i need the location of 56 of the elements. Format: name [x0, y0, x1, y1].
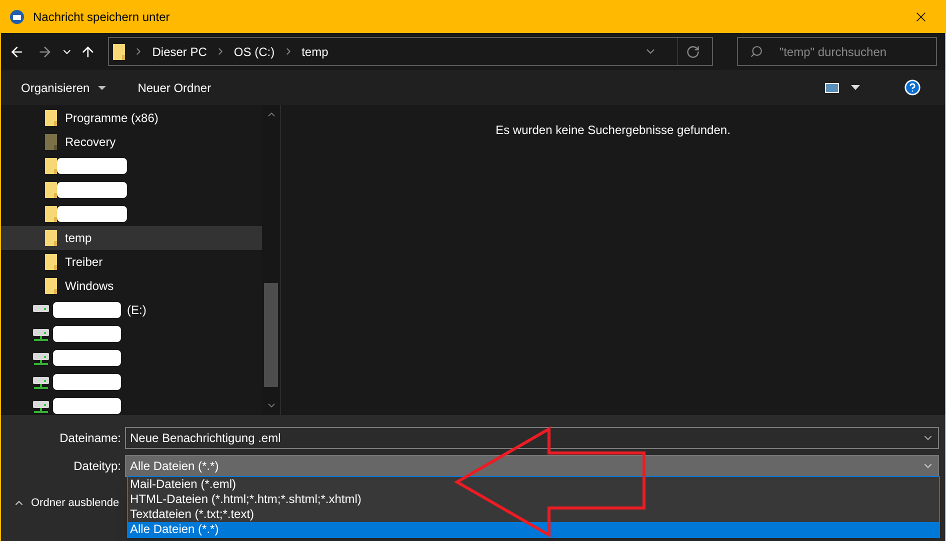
filetype-option[interactable]: Textdateien (*.txt;*.text) — [128, 507, 939, 522]
tree-item-label: Windows — [65, 278, 114, 295]
network-drive-icon — [33, 351, 49, 365]
filetype-option[interactable]: Mail-Dateien (*.eml) — [128, 477, 939, 492]
tree-item[interactable]: Programme (x86) — [1, 106, 262, 130]
tree-item-label: (E:) — [127, 302, 146, 319]
network-drive-icon — [33, 399, 49, 413]
tree-item[interactable]: (E:) — [1, 298, 262, 322]
tree-item[interactable]: Treiber — [1, 250, 262, 274]
filename-field[interactable]: Neue Benachrichtigung .eml — [125, 427, 939, 449]
empty-message: Es wurden keine Suchergebnisse gefunden. — [496, 122, 730, 139]
app-icon — [9, 8, 25, 24]
folder-icon — [45, 206, 57, 222]
organize-button[interactable]: Organisieren — [21, 78, 106, 96]
search-input[interactable]: "temp" durchsuchen — [779, 42, 900, 60]
filetype-value: Alle Dateien (*.*) — [130, 458, 220, 475]
folder-icon — [45, 134, 57, 150]
network-drive-icon — [33, 327, 49, 341]
breadcrumb-segment[interactable]: Dieser PC — [152, 42, 207, 60]
search-field[interactable]: "temp" durchsuchen — [737, 37, 938, 66]
folder-icon — [45, 230, 57, 246]
scrollbar-thumb[interactable] — [264, 283, 278, 387]
tree-item[interactable]: temp — [1, 226, 262, 250]
folder-icon — [45, 278, 57, 294]
breadcrumb-segment[interactable]: temp — [302, 42, 328, 60]
back-icon[interactable] — [9, 44, 25, 60]
folder-icon — [45, 182, 57, 198]
breadcrumb-segment[interactable]: OS (C:) — [234, 42, 275, 60]
search-icon — [750, 45, 764, 58]
window-title: Nachricht speichern unter — [33, 8, 171, 26]
refresh-icon[interactable] — [686, 44, 700, 58]
filetype-option[interactable]: Alle Dateien (*.*) — [128, 522, 939, 537]
help-icon[interactable] — [904, 79, 921, 96]
filename-label: Dateiname: — [58, 430, 121, 447]
tree-item[interactable]: Recovery — [1, 130, 262, 154]
filetype-label: Dateityp: — [72, 458, 121, 475]
tree-item-label: temp — [65, 230, 92, 247]
new-folder-button[interactable]: Neuer Ordner — [138, 78, 212, 96]
hide-folders-button[interactable]: Ordner ausblende — [31, 495, 120, 512]
tree-item[interactable]: Windows — [1, 274, 262, 298]
filetype-option[interactable]: HTML-Dateien (*.html;*.htm;*.shtml;*.xhtml) — [128, 492, 939, 507]
network-drive-icon — [33, 375, 49, 389]
folder-icon — [45, 110, 57, 126]
address-bar[interactable]: Dieser PC OS (C:) temp — [108, 37, 714, 66]
folder-icon — [45, 254, 57, 270]
folder-icon — [45, 158, 57, 174]
caret-icon — [98, 86, 106, 90]
filename-input[interactable]: Neue Benachrichtigung .eml — [130, 429, 922, 447]
filetype-dropdown[interactable]: Alle Dateien (*.*) — [125, 455, 939, 477]
folder-icon — [113, 44, 126, 60]
tree-item-label: Programme (x86) — [65, 110, 158, 127]
caret-icon[interactable] — [851, 85, 860, 90]
forward-icon[interactable] — [36, 44, 53, 60]
view-icon[interactable] — [825, 82, 839, 92]
tree-item-label: Treiber — [65, 254, 103, 271]
tree-item-label: Recovery — [65, 134, 116, 151]
